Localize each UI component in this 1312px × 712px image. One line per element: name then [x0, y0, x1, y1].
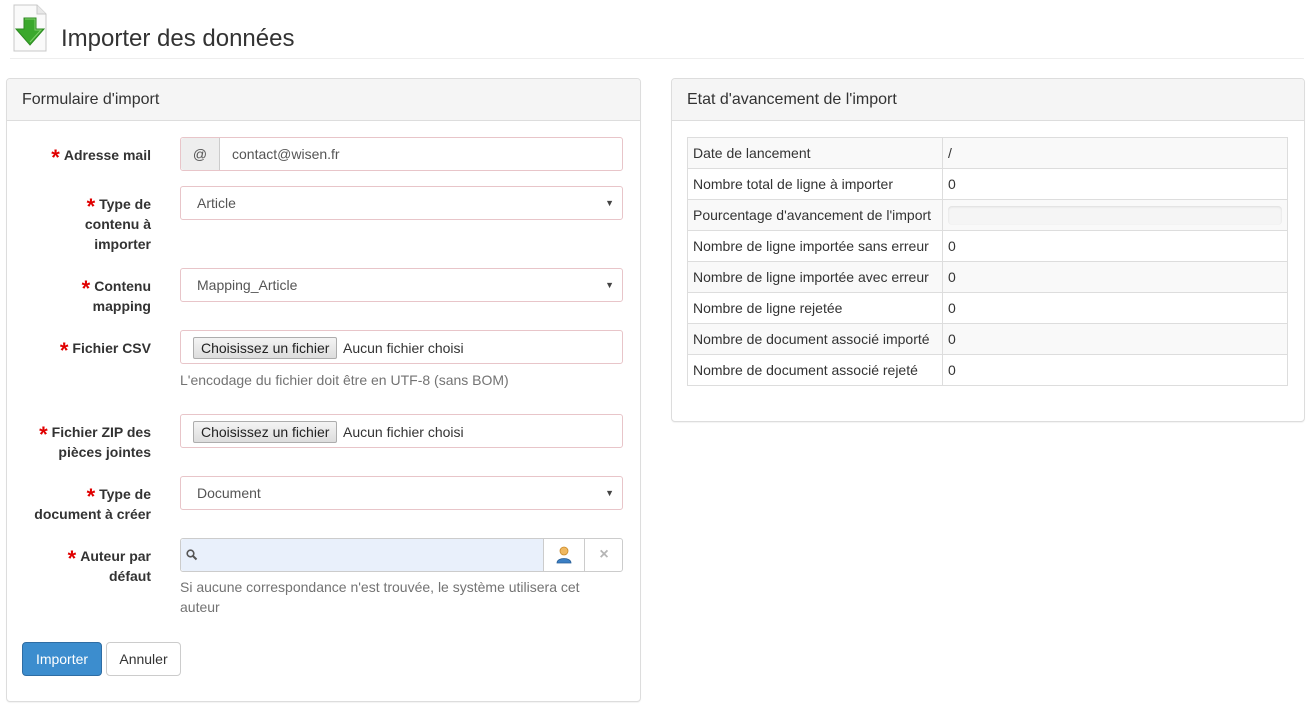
zip-choose-file-button[interactable]: Choisissez un fichier: [193, 421, 338, 443]
table-row: Date de lancement /: [687, 137, 1288, 169]
mapping-label: * Contenu mapping: [81, 276, 151, 315]
csv-choose-file-button[interactable]: Choisissez un fichier: [193, 337, 338, 359]
import-progress-bar: [948, 205, 1282, 225]
zip-no-file-text: Aucun fichier choisi: [343, 424, 464, 440]
required-mark: *: [81, 276, 91, 301]
close-icon[interactable]: ×: [585, 539, 623, 571]
required-mark: *: [86, 484, 96, 509]
table-row: Nombre de document associé rejeté 0: [687, 354, 1288, 386]
csv-no-file-text: Aucun fichier choisi: [343, 340, 464, 356]
required-mark: *: [39, 422, 48, 447]
author-label: * Auteur par défaut: [67, 546, 151, 585]
import-status-panel: Etat d'avancement de l'import Date de la…: [671, 78, 1305, 422]
page-title: Importer des données: [61, 25, 295, 52]
table-row: Nombre de ligne importée sans erreur 0: [687, 230, 1288, 262]
select-user-button[interactable]: [544, 539, 585, 571]
author-help-text: Si aucune correspondance n'est trouvée, …: [180, 579, 580, 615]
table-row: Nombre de ligne rejetée 0: [687, 292, 1288, 324]
doc-type-label: * Type de document à créer: [34, 484, 151, 523]
caret-down-icon: ▼: [605, 280, 614, 290]
required-mark: *: [67, 546, 77, 571]
table-row: Nombre de ligne importée avec erreur 0: [687, 261, 1288, 293]
doc-type-select[interactable]: Document ▼: [180, 476, 623, 510]
csv-file-input[interactable]: Choisissez un fichier Aucun fichier choi…: [180, 330, 623, 364]
author-search-input[interactable]: [181, 539, 544, 571]
cancel-button[interactable]: Annuler: [106, 642, 181, 676]
required-mark: *: [51, 145, 60, 170]
table-row: Nombre de document associé importé 0: [687, 323, 1288, 355]
user-icon: [556, 546, 572, 564]
content-type-select[interactable]: Article ▼: [180, 186, 623, 220]
download-arrow-document-icon: [13, 4, 47, 52]
zip-file-input[interactable]: Choisissez un fichier Aucun fichier choi…: [180, 414, 623, 448]
table-row: Nombre total de ligne à importer 0: [687, 168, 1288, 200]
at-addon: @: [181, 138, 220, 170]
email-value: contact@wisen.fr: [232, 146, 340, 162]
import-button[interactable]: Importer: [22, 642, 102, 676]
import-form-panel: Formulaire d'import * Adresse mail @ cont…: [6, 78, 641, 702]
caret-down-icon: ▼: [605, 198, 614, 208]
caret-down-icon: ▼: [605, 488, 614, 498]
table-row: Pourcentage d'avancement de l'import: [687, 199, 1288, 231]
import-status-heading: Etat d'avancement de l'import: [672, 79, 1304, 121]
zip-label: * Fichier ZIP des pièces jointes: [39, 422, 151, 461]
csv-help-text: L'encodage du fichier doit être en UTF-8…: [180, 372, 509, 388]
email-field[interactable]: @ contact@wisen.fr: [180, 137, 623, 171]
content-type-label: * Type de contenu à importer: [84, 194, 151, 253]
import-status-table: Date de lancement / Nombre total de lign…: [687, 137, 1288, 386]
author-search-group: ×: [180, 538, 623, 572]
required-mark: *: [86, 194, 96, 219]
page-header: Importer des données: [10, 0, 1304, 59]
search-icon: [186, 549, 198, 561]
required-mark: *: [59, 338, 69, 363]
mapping-select[interactable]: Mapping_Article ▼: [180, 268, 623, 302]
import-form-heading: Formulaire d'import: [7, 79, 640, 121]
email-label: * Adresse mail: [51, 145, 151, 170]
csv-label: * Fichier CSV: [59, 338, 151, 363]
